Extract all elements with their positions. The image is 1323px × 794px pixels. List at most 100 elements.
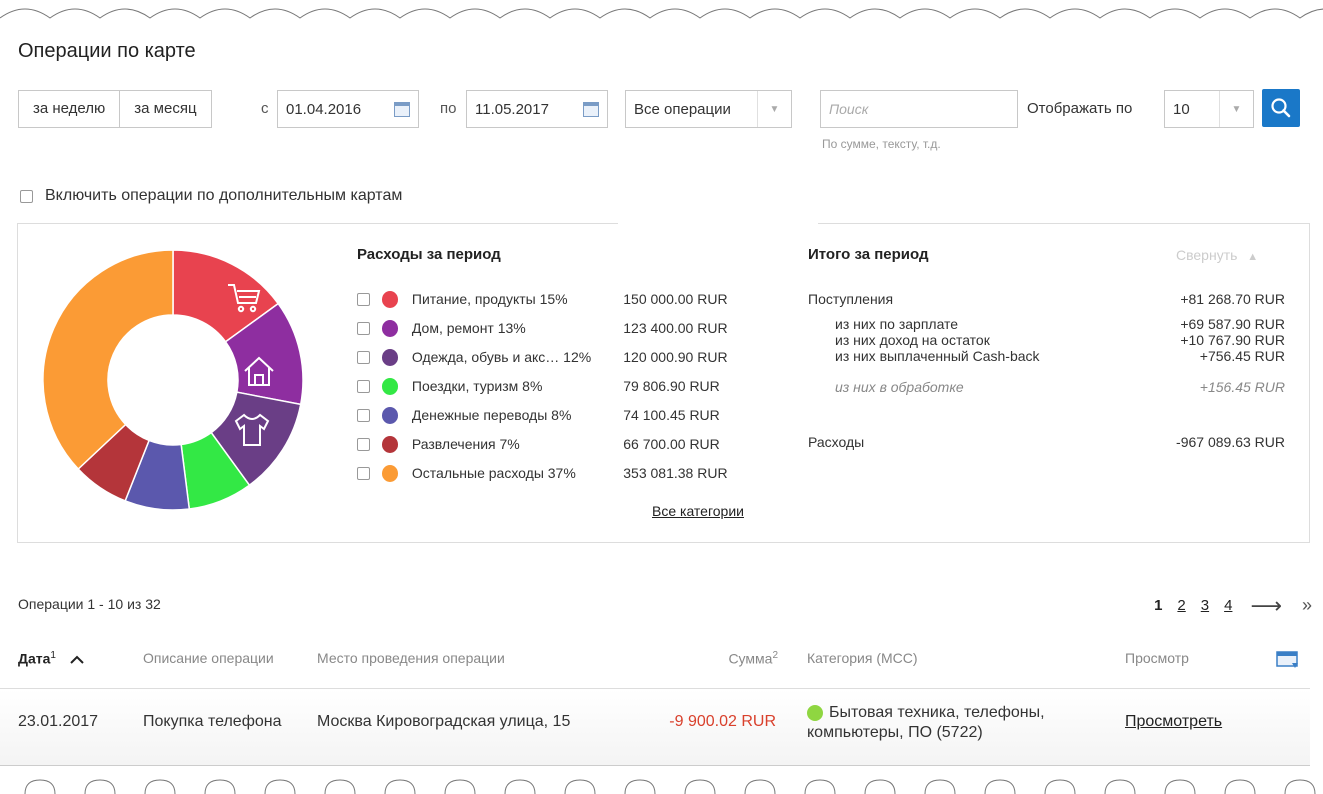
expense-category-checkbox[interactable]	[357, 292, 370, 306]
expense-category-checkbox[interactable]	[357, 350, 370, 364]
category-color-dot	[381, 406, 398, 424]
expenses-title: Расходы за период	[357, 246, 501, 263]
income-value: +81 268.70 RUR	[1180, 291, 1285, 307]
income-detail-label: из них по зарплате	[835, 316, 959, 332]
last-page-icon[interactable]: »	[1302, 595, 1312, 616]
column-date-label: Дата	[18, 650, 51, 667]
date-to-field[interactable]: 11.05.2017	[466, 90, 608, 128]
search-button[interactable]	[1262, 89, 1300, 127]
expense-category-checkbox[interactable]	[357, 466, 370, 480]
search-input[interactable]: Поиск	[820, 90, 1018, 128]
expense-category-row[interactable]: Остальные расходы 37% 353 081.38 RUR	[357, 463, 777, 483]
expense-category-row[interactable]: Дом, ремонт 13% 123 400.00 RUR	[357, 318, 777, 338]
expense-category-name: Развлечения 7%	[411, 436, 520, 452]
expense-category-amount: 66 700.00 RUR	[623, 436, 720, 452]
category-color-dot	[807, 705, 823, 721]
date-from-value: 01.04.2016	[286, 100, 362, 118]
column-place: Место проведения операции	[317, 650, 505, 666]
category-color-dot	[381, 377, 398, 395]
expense-category-name: Питание, продукты 15%	[411, 291, 568, 307]
chevron-up-icon: ▲	[1247, 251, 1259, 263]
include-extra-cards[interactable]: Включить операции по дополнительным карт…	[20, 187, 402, 205]
column-date-footnote: 1	[50, 650, 56, 661]
expense-category-row[interactable]: Поездки, туризм 8% 79 806.90 RUR	[357, 376, 777, 396]
panel-border-gap	[618, 222, 818, 224]
page-link[interactable]: 4	[1224, 597, 1232, 614]
page-link[interactable]: 3	[1201, 597, 1209, 614]
totals-title: Итого за период	[808, 246, 929, 263]
month-button[interactable]: за месяц	[120, 91, 211, 127]
pagination: 1 2 3 4 ⟶ »	[1080, 594, 1312, 616]
operations-range: Операции 1 - 10 из 32	[18, 596, 161, 612]
search-icon	[1271, 98, 1291, 118]
row-date: 23.01.2017	[18, 713, 99, 730]
expense-category-checkbox[interactable]	[357, 379, 370, 393]
income-label: Поступления	[808, 291, 894, 307]
chevron-down-icon[interactable]: ▼	[1219, 91, 1253, 127]
processing-value: +156.45 RUR	[1199, 379, 1285, 395]
expense-value: -967 089.63 RUR	[1176, 434, 1285, 450]
income-details-values: +69 587.90 RUR +10 767.90 RUR +756.45 RU…	[1080, 316, 1285, 364]
collapse-button[interactable]: Свернуть ▲	[1176, 247, 1258, 263]
expense-category-amount: 150 000.00 RUR	[623, 291, 728, 307]
column-date[interactable]: Дата1	[18, 650, 84, 667]
collapse-label: Свернуть	[1176, 247, 1238, 263]
income-detail-value: +756.45 RUR	[1199, 348, 1285, 364]
expense-category-amount: 353 081.38 RUR	[623, 465, 728, 481]
week-button[interactable]: за неделю	[19, 91, 121, 127]
next-page-arrow-icon[interactable]: ⟶	[1250, 594, 1282, 616]
sort-up-icon[interactable]	[70, 651, 84, 667]
torn-edge-top	[0, 8, 1323, 19]
column-settings-icon[interactable]	[1276, 651, 1298, 672]
calendar-icon[interactable]	[394, 101, 410, 117]
calendar-icon[interactable]	[583, 101, 599, 117]
expense-category-row[interactable]: Одежда, обувь и акс… 12% 120 000.90 RUR	[357, 347, 777, 367]
expense-category-amount: 79 806.90 RUR	[623, 378, 720, 394]
expense-category-checkbox[interactable]	[357, 321, 370, 335]
category-color-dot	[381, 319, 398, 337]
expense-category-name: Поездки, туризм 8%	[411, 378, 543, 394]
current-page: 1	[1154, 597, 1163, 614]
column-amount: Сумма2	[690, 650, 778, 667]
to-label: по	[440, 100, 457, 117]
donut-slice[interactable]	[42, 249, 174, 471]
page-title: Операции по карте	[18, 40, 196, 62]
category-color-dot	[381, 290, 398, 308]
view-operation-link[interactable]: Просмотреть	[1125, 713, 1222, 731]
torn-edge-bottom	[24, 779, 1316, 794]
expense-label: Расходы	[808, 434, 865, 450]
row-category-line1: Бытовая техника, телефоны,	[829, 704, 1045, 721]
search-hint: По сумме, тексту, т.д.	[822, 137, 941, 151]
expense-category-checkbox[interactable]	[357, 437, 370, 451]
row-description: Покупка телефона	[143, 713, 282, 730]
category-color-dot	[381, 464, 398, 482]
income-detail-label: из них выплаченный Cash-back	[835, 348, 1040, 364]
per-page-select[interactable]: 10 ▼	[1164, 90, 1254, 128]
expense-category-row[interactable]: Развлечения 7% 66 700.00 RUR	[357, 434, 777, 454]
column-amount-label: Сумма	[728, 650, 773, 667]
category-color-dot	[381, 348, 398, 366]
income-details-labels: из них по зарплате из них доход на остат…	[835, 316, 1040, 364]
expense-category-amount: 120 000.90 RUR	[623, 349, 728, 365]
income-detail-value: +10 767.90 RUR	[1180, 332, 1285, 348]
page-link[interactable]: 2	[1177, 597, 1185, 614]
period-switch: за неделю за месяц	[18, 90, 212, 128]
row-place: Москва Кировоградская улица, 15	[317, 713, 571, 730]
per-page-value: 10	[1173, 100, 1190, 118]
expense-category-row[interactable]: Питание, продукты 15% 150 000.00 RUR	[357, 289, 777, 309]
income-detail-value: +69 587.90 RUR	[1180, 316, 1285, 332]
row-amount: -9 900.02 RUR	[669, 713, 776, 730]
category-color-dot	[381, 435, 398, 453]
chevron-down-icon[interactable]: ▼	[757, 91, 791, 127]
expense-category-checkbox[interactable]	[357, 408, 370, 422]
all-categories-link[interactable]: Все категории	[652, 503, 744, 519]
per-page-label: Отображать по	[1027, 100, 1133, 117]
date-from-field[interactable]: 01.04.2016	[277, 90, 419, 128]
operations-type-select[interactable]: Все операции ▼	[625, 90, 792, 128]
row-category-line2: компьютеры, ПО (5722)	[807, 724, 983, 741]
income-detail-label: из них доход на остаток	[835, 332, 990, 348]
column-amount-footnote: 2	[772, 650, 778, 661]
row-category: Бытовая техника, телефоны, компьютеры, П…	[807, 703, 1045, 743]
expense-category-row[interactable]: Денежные переводы 8% 74 100.45 RUR	[357, 405, 777, 425]
include-extra-cards-checkbox[interactable]	[20, 189, 33, 203]
